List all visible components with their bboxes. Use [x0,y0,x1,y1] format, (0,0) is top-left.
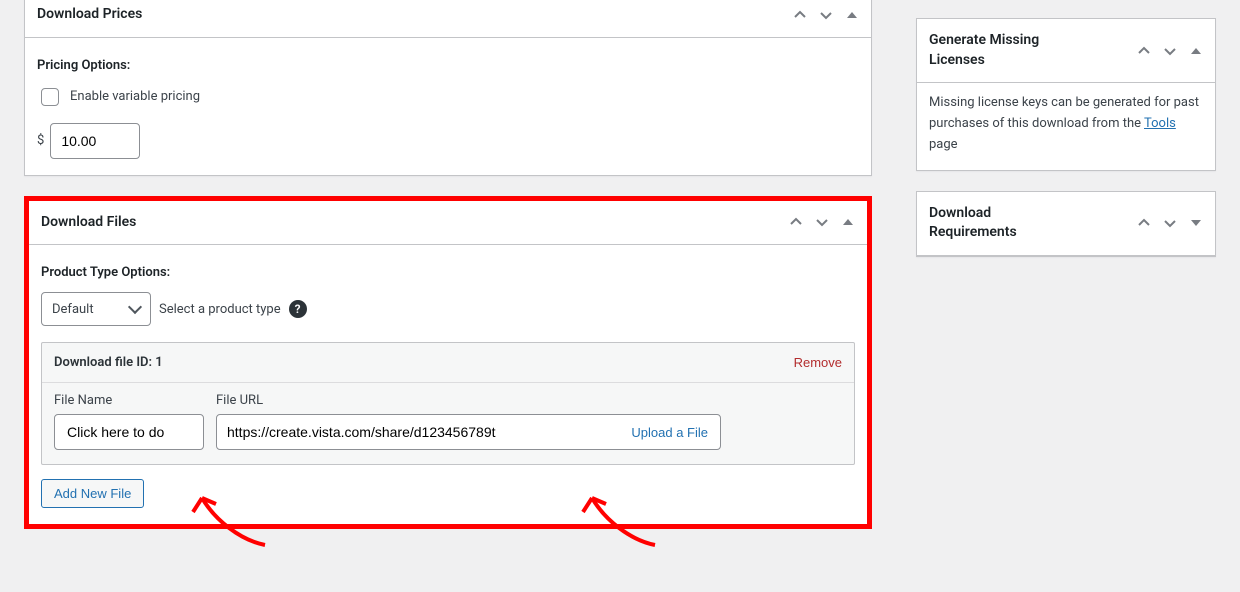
file-name-input[interactable] [65,423,193,441]
generate-licenses-panel: Generate Missing Licenses Missing licens… [916,18,1216,171]
move-up-button[interactable] [1131,210,1157,236]
file-name-field: File Name [54,393,204,450]
download-prices-panel: Download Prices Pricing Options: [24,0,872,176]
product-type-select[interactable]: Default [41,292,151,326]
generate-licenses-text: Missing license keys can be generated fo… [917,83,1215,169]
panel-title: Generate Missing Licenses [917,19,1077,82]
download-file-box: Download file ID: 1 Remove File Name Fi [41,342,855,465]
variable-pricing-row: Enable variable pricing [37,85,859,109]
move-up-button[interactable] [783,209,809,235]
file-name-label: File Name [54,393,204,408]
panel-title: Download Prices [25,0,154,37]
move-down-button[interactable] [1157,210,1183,236]
panel-body: Pricing Options: Enable variable pricing… [25,38,871,175]
price-row: $ [37,123,859,159]
file-url-field: File URL Upload a File [216,393,721,450]
move-down-button[interactable] [1157,38,1183,64]
product-type-row: Default Select a product type ? [41,292,855,326]
panel-title: Download Files [29,201,148,245]
file-box-fields: File Name File URL Upload a File [42,383,854,464]
download-requirements-panel: Download Requirements [916,191,1216,257]
panel-header: Download Prices [25,0,871,38]
toggle-panel-button[interactable] [1183,38,1209,64]
move-down-button[interactable] [809,209,835,235]
variable-pricing-checkbox[interactable] [41,88,59,106]
toggle-panel-button[interactable] [835,209,861,235]
currency-symbol: $ [37,133,44,148]
variable-pricing-label: Enable variable pricing [70,89,200,104]
panel-body: Product Type Options: Default Select a p… [29,245,867,524]
panel-header: Download Files [29,201,867,246]
price-input[interactable] [50,123,140,159]
panel-actions [787,2,871,28]
add-new-file-button[interactable]: Add New File [41,479,144,508]
toggle-panel-button[interactable] [1183,210,1209,236]
toggle-panel-button[interactable] [839,2,865,28]
move-up-button[interactable] [787,2,813,28]
tools-link[interactable]: Tools [1144,116,1176,131]
move-up-button[interactable] [1131,38,1157,64]
move-down-button[interactable] [813,2,839,28]
panel-title: Download Requirements [917,192,1077,255]
file-id-label: Download file ID: 1 [54,355,163,370]
help-icon[interactable]: ? [289,300,307,318]
file-box-header: Download file ID: 1 Remove [42,343,854,383]
upload-file-button[interactable]: Upload a File [619,425,720,440]
pricing-options-label: Pricing Options: [37,58,859,73]
product-type-options-label: Product Type Options: [41,265,855,280]
file-url-label: File URL [216,393,721,408]
product-type-selected: Default [52,302,94,317]
download-files-panel: Download Files Product Type Options: [24,196,872,530]
file-url-input[interactable] [217,415,619,449]
remove-file-button[interactable]: Remove [794,355,842,370]
panel-actions [783,209,867,235]
product-type-hint: Select a product type [159,302,281,317]
